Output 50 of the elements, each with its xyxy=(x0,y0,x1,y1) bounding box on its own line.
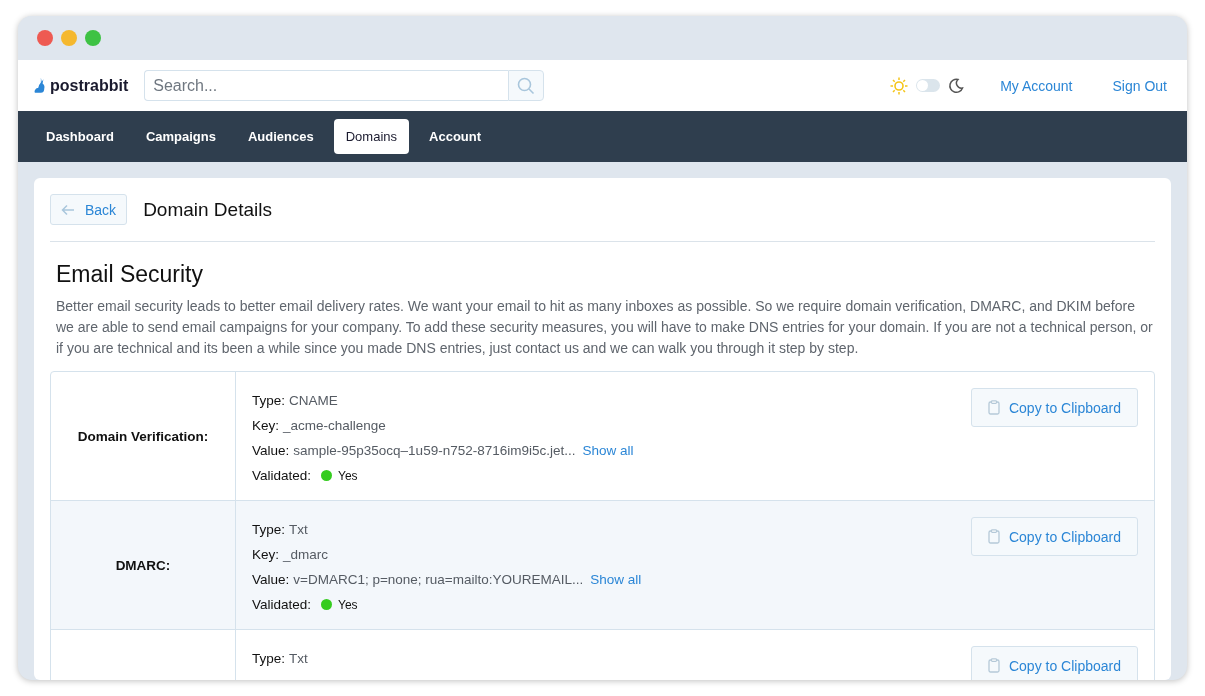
moon-icon xyxy=(948,77,965,94)
field-label: Type: xyxy=(252,651,286,666)
field-value: sample-95p35ocq–1u59-n752-8716im9i5c.jet... xyxy=(293,443,576,458)
nav-tab[interactable]: Domains xyxy=(333,119,410,154)
field-value: Txt xyxy=(289,651,308,666)
field-label: Value: xyxy=(252,572,290,587)
copy-button[interactable]: Copy to Clipboard xyxy=(971,646,1138,680)
page-title: Domain Details xyxy=(143,198,272,221)
theme-toggle[interactable] xyxy=(916,79,941,92)
field-label: Key: xyxy=(252,547,279,562)
search-icon xyxy=(517,76,536,95)
copy-button[interactable]: Copy to Clipboard xyxy=(971,388,1138,427)
close-icon[interactable] xyxy=(37,30,53,46)
nav-tab[interactable]: Audiences xyxy=(236,119,326,154)
field-label: Type: xyxy=(252,522,286,537)
field-label: Key: xyxy=(252,418,279,433)
maximize-icon[interactable] xyxy=(85,30,101,46)
nav-tab[interactable]: Campaigns xyxy=(133,119,228,154)
field-value: _dmarc xyxy=(283,547,329,562)
show-all-link[interactable]: Show all xyxy=(582,443,634,458)
arrow-left-icon xyxy=(61,203,75,216)
show-all-link[interactable]: Show all xyxy=(590,572,642,587)
record-label: DMARC: xyxy=(115,557,171,573)
nav-tab[interactable]: Account xyxy=(417,119,494,154)
clipboard-icon xyxy=(987,658,1000,673)
status-text: Yes xyxy=(338,468,358,483)
search-button[interactable] xyxy=(508,70,545,101)
record-label: Domain Verification: xyxy=(77,428,209,444)
clipboard-icon xyxy=(987,400,1000,415)
field-value: v=DMARC1; p=none; rua=mailto:YOUREMAIL... xyxy=(293,572,584,587)
field-value: Txt xyxy=(289,522,308,537)
copy-button[interactable]: Copy to Clipboard xyxy=(971,517,1138,556)
clipboard-icon xyxy=(987,529,1000,544)
section-heading: Email Security xyxy=(56,261,204,288)
field-label: Validated: xyxy=(252,468,312,483)
minimize-icon[interactable] xyxy=(61,30,77,46)
field-label: Type: xyxy=(252,393,286,408)
field-label: Value: xyxy=(252,443,290,458)
search-field[interactable]: Search... xyxy=(144,70,509,101)
back-button[interactable]: Back xyxy=(50,194,128,225)
field-value: CNAME xyxy=(289,393,338,408)
field-value: _acme-challenge xyxy=(283,418,386,433)
description-text: Better email security leads to better email delivery rates. We want your email to hit as many inboxes as possible. So we require domain verification, DMARC, and DKIM before we are able to send email campaigns for your company. To add these security measures, you will have to make DNS entries for your domain. If you are not a technical person, or if you are technical and its been a while since you made DNS entries, just contact us and we can walk you through it step by step. xyxy=(56,297,1154,358)
field-label: Validated: xyxy=(252,597,312,612)
status-text: Yes xyxy=(338,597,358,612)
header-link[interactable]: Sign Out xyxy=(1112,77,1167,94)
logo-text[interactable]: postrabbit xyxy=(50,76,129,95)
header-link[interactable]: My Account xyxy=(1000,77,1073,94)
sun-icon xyxy=(890,76,909,95)
nav-tab[interactable]: Dashboard xyxy=(34,119,126,154)
